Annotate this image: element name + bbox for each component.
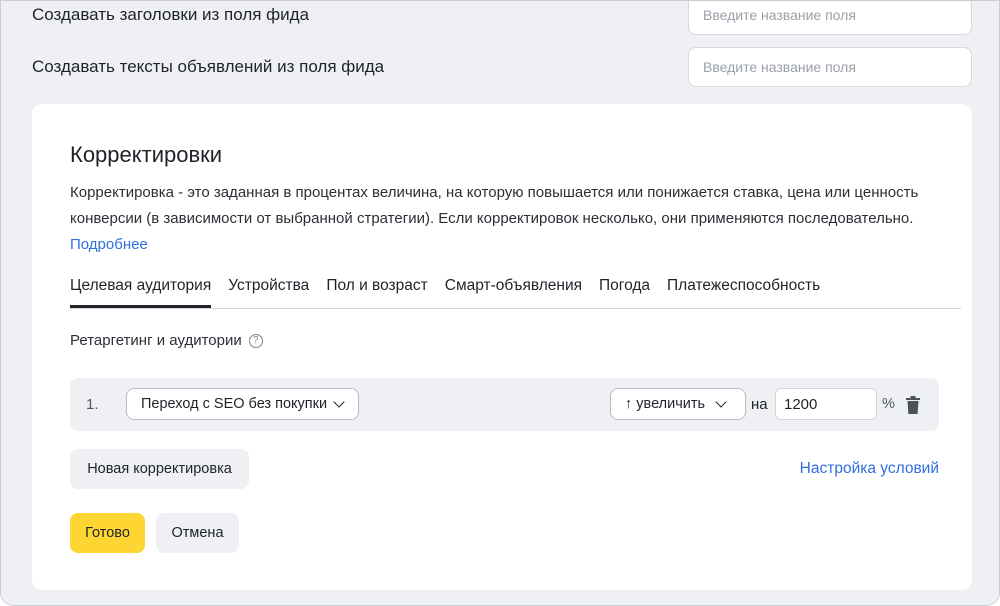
- adjustment-value-input[interactable]: [775, 388, 877, 420]
- percent-label: %: [882, 396, 895, 412]
- tab-devices[interactable]: Устройства: [228, 270, 309, 308]
- adjustments-title: Корректировки: [70, 142, 223, 167]
- question-circle-icon[interactable]: ?: [248, 333, 263, 348]
- adjustment-tabs: Целевая аудитория Устройства Пол и возра…: [70, 270, 837, 308]
- feed-texts-label: Создавать тексты объявлений из поля фида: [32, 57, 385, 76]
- feed-titles-field-input[interactable]: [688, 1, 972, 35]
- adjustments-description: Корректировка - это заданная в процентах…: [70, 180, 930, 258]
- section-title-text: Ретаргетинг и аудитории: [70, 332, 242, 349]
- new-adjustment-button[interactable]: Новая корректировка: [70, 449, 249, 489]
- settings-panel: Создавать заголовки из поля фида Создава…: [0, 0, 1000, 606]
- feed-texts-field-input[interactable]: [688, 47, 972, 87]
- tab-target-audience[interactable]: Целевая аудитория: [70, 270, 212, 308]
- rule-index: 1.: [86, 396, 99, 413]
- conditions-settings-link[interactable]: Настройка условий: [800, 460, 939, 478]
- audience-select[interactable]: Переход с SEO без покупки: [126, 388, 359, 420]
- modifier-select-value: ↑ увеличить: [625, 396, 706, 412]
- trash-icon[interactable]: [905, 395, 921, 415]
- more-link[interactable]: Подробнее: [70, 236, 148, 253]
- section-title: Ретаргетинг и аудитории ?: [70, 332, 263, 349]
- on-label: на: [751, 396, 768, 413]
- modifier-select[interactable]: ↑ увеличить: [610, 388, 746, 420]
- feed-titles-label: Создавать заголовки из поля фида: [32, 5, 310, 24]
- cancel-button[interactable]: Отмена: [156, 513, 239, 553]
- audience-select-value: Переход с SEO без покупки: [141, 396, 328, 412]
- tab-gender-age[interactable]: Пол и возраст: [326, 270, 427, 308]
- tab-weather[interactable]: Погода: [599, 270, 650, 308]
- adjustment-rule-row: 1. Переход с SEO без покупки ↑ увеличить…: [70, 378, 939, 431]
- chevron-down-icon: [333, 396, 345, 408]
- feed-titles-row: Создавать заголовки из поля фида: [32, 1, 972, 35]
- chevron-down-icon: [715, 396, 727, 408]
- tab-smart-ads[interactable]: Смарт-объявления: [445, 270, 582, 308]
- feed-texts-row: Создавать тексты объявлений из поля фида: [32, 47, 972, 87]
- tabs-divider: [70, 308, 961, 309]
- description-text: Корректировка - это заданная в процентах…: [70, 184, 919, 227]
- adjustments-card: Корректировки Корректировка - это заданн…: [32, 104, 972, 590]
- tab-solvency[interactable]: Платежеспособность: [667, 270, 820, 308]
- done-button[interactable]: Готово: [70, 513, 145, 553]
